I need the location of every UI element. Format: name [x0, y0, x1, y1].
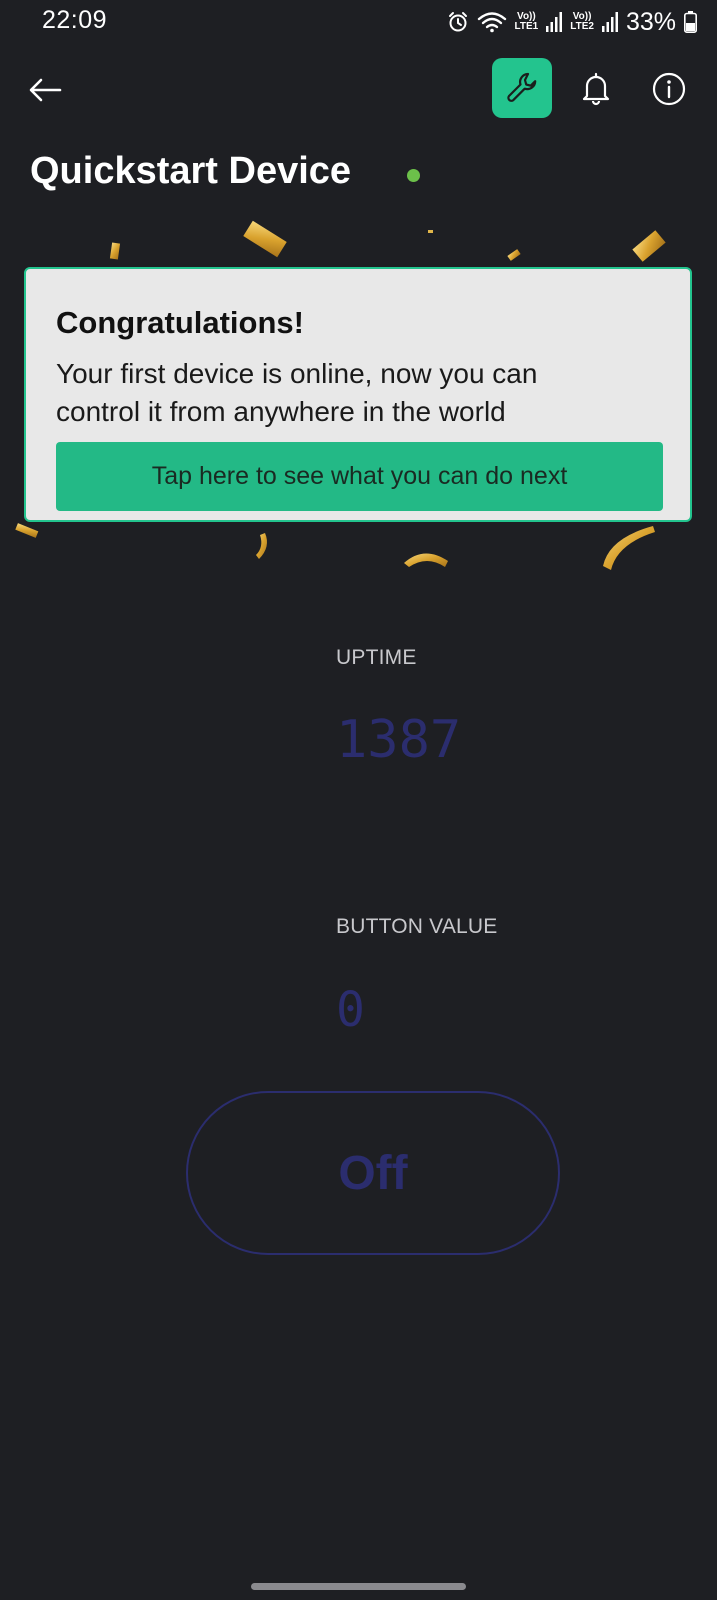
signal-icon [601, 12, 618, 32]
next-steps-button[interactable]: Tap here to see what you can do next [56, 442, 663, 511]
developer-tools-button[interactable] [492, 58, 552, 118]
info-icon [652, 72, 686, 106]
device-info-button[interactable] [652, 72, 686, 106]
button-value-label: BUTTON VALUE [336, 915, 498, 938]
switch-button[interactable]: Off [186, 1091, 560, 1255]
uptime-label: UPTIME [336, 646, 417, 669]
signal-icon [546, 12, 563, 32]
wifi-icon [477, 11, 507, 33]
status-time: 22:09 [42, 6, 108, 34]
battery-icon [684, 11, 697, 33]
congrats-heading: Congratulations! [56, 305, 304, 340]
alarm-icon [447, 11, 469, 33]
button-value-value: 0 [336, 982, 365, 1038]
status-bar: 22:09 Vo)) LTE1 Vo)) LTE2 33% [0, 0, 717, 44]
device-dashboard-screen: 22:09 Vo)) LTE1 Vo)) LTE2 33% Quickstart… [0, 0, 717, 1600]
sim2-lte-label: Vo)) LTE2 [570, 11, 594, 32]
switch-label: Off [338, 1146, 408, 1200]
wrench-icon [507, 72, 537, 102]
back-button[interactable] [26, 70, 66, 110]
home-indicator[interactable] [251, 1583, 466, 1590]
notifications-button[interactable] [578, 70, 614, 106]
device-title: Quickstart Device [30, 150, 352, 192]
uptime-value: 1387 [336, 710, 462, 770]
arrow-left-icon [29, 78, 62, 102]
congrats-message: Your first device is online, now you can… [56, 358, 538, 427]
sim1-lte-label: Vo)) LTE1 [514, 11, 539, 32]
congratulations-card: Congratulations! Your first device is on… [24, 267, 692, 522]
battery-percentage: 33% [625, 7, 676, 36]
bell-icon [582, 72, 610, 106]
status-icons: Vo)) LTE1 Vo)) LTE2 33% [447, 8, 697, 36]
online-status-dot [407, 169, 420, 182]
